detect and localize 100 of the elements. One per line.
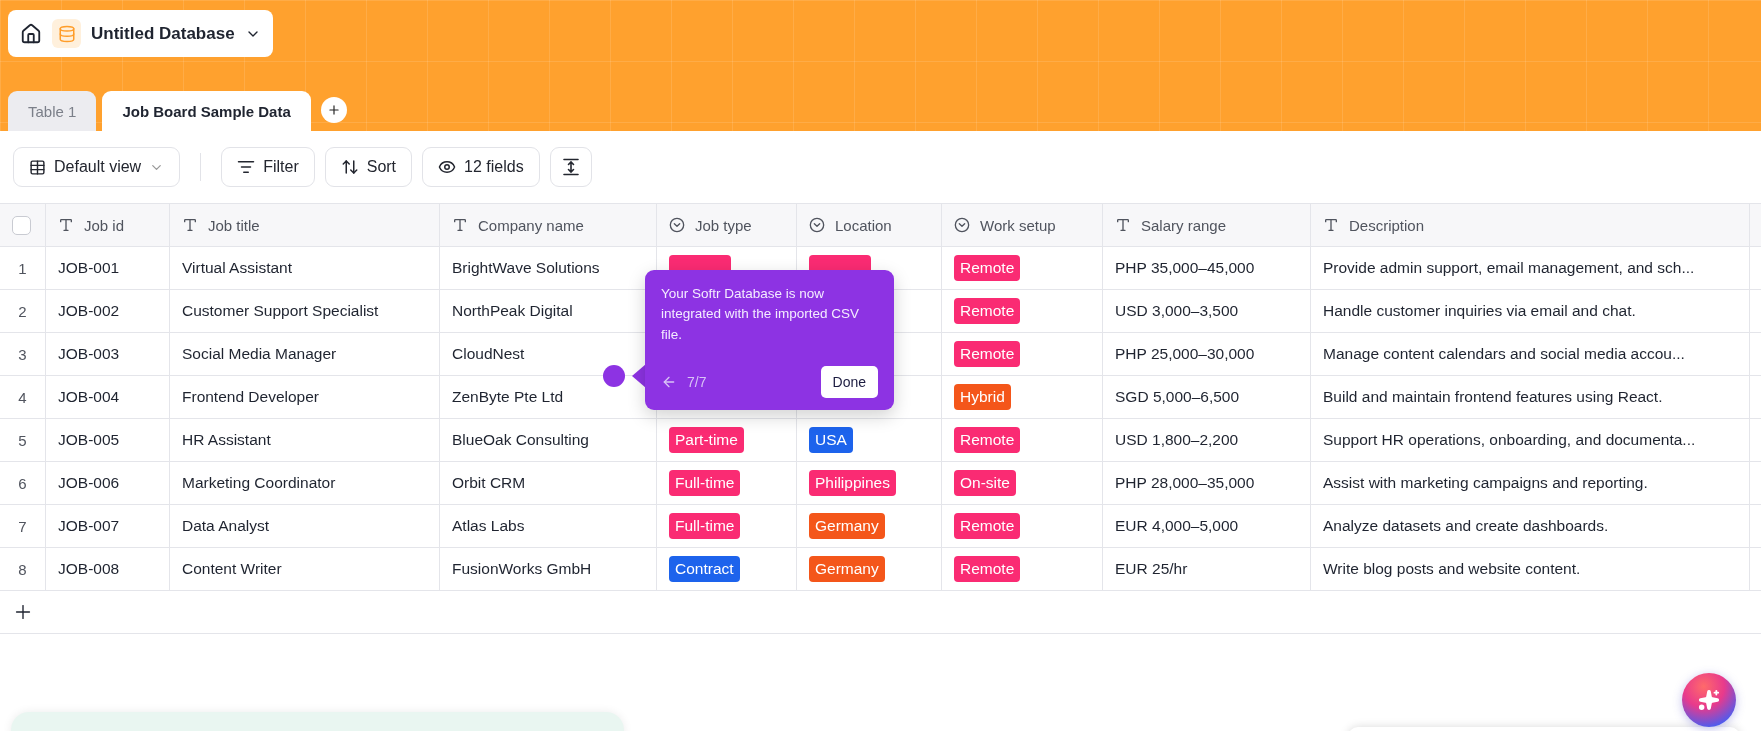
column-header: Location xyxy=(835,216,892,234)
table-cell: Manage content calendars and social media accou... xyxy=(1311,333,1750,376)
home-icon xyxy=(20,22,42,45)
database-title: Untitled Database xyxy=(91,23,235,44)
table-cell: JOB-006 xyxy=(46,462,170,505)
table-cell: Virtual Assistant xyxy=(170,247,440,290)
table-cell: Customer Support Specialist xyxy=(170,290,440,333)
option-tag: Philippines xyxy=(809,470,896,496)
tour-message: Your Softr Database is now integrated with the imported CSV file. xyxy=(661,285,861,344)
table-cell: PHP 35,000–45,000 xyxy=(1103,247,1311,290)
select-all-checkbox[interactable] xyxy=(12,215,31,235)
column-header: Salary range xyxy=(1141,216,1227,234)
table-cell: Provide admin support, email management, and sch... xyxy=(1311,247,1750,290)
sparkle-icon xyxy=(1698,689,1720,711)
row-height-button[interactable] xyxy=(549,147,592,187)
tour-beacon xyxy=(603,365,625,387)
table-cell: BlueOak Consulting xyxy=(440,419,657,462)
tour-step: 7/7 xyxy=(687,374,811,390)
column-header: Description xyxy=(1349,216,1425,234)
filter-icon xyxy=(237,158,256,176)
table-cell: Data Analyst xyxy=(170,505,440,548)
table-cell: JOB-001 xyxy=(46,247,170,290)
table-cell: Assist with marketing campaigns and reporting. xyxy=(1311,462,1750,505)
table-cell: EUR 25/hr xyxy=(1103,548,1311,591)
option-tag: Contract xyxy=(669,556,740,582)
filter-button[interactable]: Filter xyxy=(221,147,315,187)
row-number: 8 xyxy=(18,560,27,578)
view-dropdown[interactable]: Default view xyxy=(13,147,181,187)
table-cell: Frontend Developer xyxy=(170,376,440,419)
table-cell: Social Media Manager xyxy=(170,333,440,376)
database-switcher[interactable]: Untitled Database xyxy=(8,10,273,57)
table-cell: JOB-007 xyxy=(46,505,170,548)
table-tab[interactable]: Job Board Sample Data xyxy=(102,91,311,131)
row-number: 5 xyxy=(18,431,27,449)
sort-button[interactable]: Sort xyxy=(324,147,413,187)
option-tag: Full-time xyxy=(669,470,741,496)
option-tag: Remote xyxy=(954,298,1021,324)
row-number: 3 xyxy=(18,345,27,363)
text-field-icon xyxy=(1323,217,1339,233)
text-field-icon xyxy=(452,217,468,233)
column-header: Work setup xyxy=(980,216,1056,234)
table-cell: EUR 4,000–5,000 xyxy=(1103,505,1311,548)
table-cell: Analyze datasets and create dashboards. xyxy=(1311,505,1750,548)
table-cell: JOB-005 xyxy=(46,419,170,462)
eye-icon xyxy=(438,158,457,176)
table-cell: USD 3,000–3,500 xyxy=(1103,290,1311,333)
text-field-icon xyxy=(182,217,198,233)
row-number: 6 xyxy=(18,474,27,492)
table-cell: PHP 28,000–35,000 xyxy=(1103,462,1311,505)
table-cell: Write blog posts and website content. xyxy=(1311,548,1750,591)
table-cell: Orbit CRM xyxy=(440,462,657,505)
done-button[interactable]: Done xyxy=(820,366,878,398)
column-header: Company name xyxy=(478,216,584,234)
row-number: 7 xyxy=(18,517,27,535)
table-cell: Marketing Coordinator xyxy=(170,462,440,505)
add-tab-button[interactable] xyxy=(320,97,347,123)
table-cell: Atlas Labs xyxy=(440,505,657,548)
table-cell: USD 1,800–2,200 xyxy=(1103,419,1311,462)
option-tag: Hybrid xyxy=(954,384,1011,410)
table-cell: JOB-003 xyxy=(46,333,170,376)
table-cell: PHP 25,000–30,000 xyxy=(1103,333,1311,376)
select-field-icon xyxy=(809,217,825,233)
row-number: 1 xyxy=(18,259,27,277)
option-tag: Remote xyxy=(954,556,1021,582)
option-tag: Remote xyxy=(954,255,1021,281)
fields-button[interactable]: 12 fields xyxy=(422,147,540,187)
table-icon xyxy=(29,158,46,176)
option-tag: USA xyxy=(809,427,853,453)
table-cell: JOB-008 xyxy=(46,548,170,591)
option-tag: On-site xyxy=(954,470,1016,496)
option-tag: Full-time xyxy=(669,513,741,539)
table-cell: SGD 5,000–6,500 xyxy=(1103,376,1311,419)
option-tag: Germany xyxy=(809,556,885,582)
database-icon xyxy=(52,19,81,48)
text-field-icon xyxy=(58,217,74,233)
row-height-icon xyxy=(560,157,581,177)
column-header: Job type xyxy=(695,216,752,234)
table-cell: HR Assistant xyxy=(170,419,440,462)
row-number: 4 xyxy=(18,388,27,406)
select-field-icon xyxy=(954,217,970,233)
table-cell: FusionWorks GmbH xyxy=(440,548,657,591)
column-header: Job title xyxy=(208,216,260,234)
select-field-icon xyxy=(669,217,685,233)
option-tag: Remote xyxy=(954,427,1021,453)
row-number: 2 xyxy=(18,302,27,320)
table-cell: Build and maintain frontend features using React. xyxy=(1311,376,1750,419)
option-tag: Remote xyxy=(954,513,1021,539)
ai-assistant-button[interactable] xyxy=(1682,673,1736,727)
plus-icon xyxy=(326,103,341,117)
sort-icon xyxy=(340,158,359,176)
column-header: Job id xyxy=(84,216,125,234)
option-tag: Part-time xyxy=(669,427,744,453)
table-cell: JOB-004 xyxy=(46,376,170,419)
table-cell: Support HR operations, onboarding, and documenta... xyxy=(1311,419,1750,462)
option-tag: Germany xyxy=(809,513,885,539)
option-tag: Remote xyxy=(954,341,1021,367)
table-cell: JOB-002 xyxy=(46,290,170,333)
table-cell: Handle customer inquiries via email and chat. xyxy=(1311,290,1750,333)
table-cell: Content Writer xyxy=(170,548,440,591)
text-field-icon xyxy=(1115,217,1131,233)
